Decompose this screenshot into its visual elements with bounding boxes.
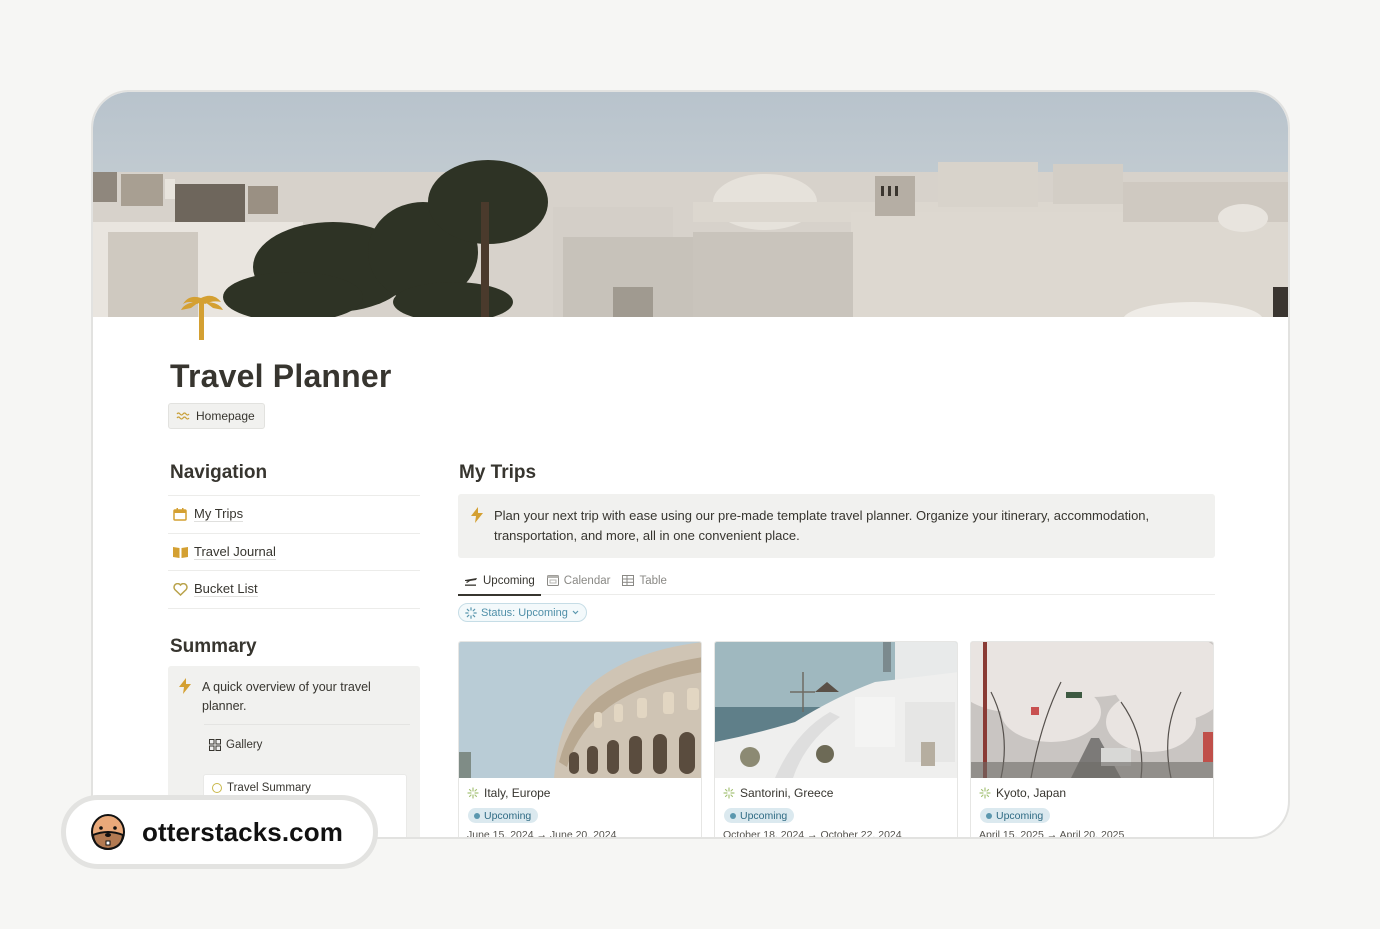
santorini-image [715, 642, 957, 778]
heart-icon [172, 581, 188, 597]
table-icon [622, 575, 635, 586]
notion-page-window: Travel Planner Homepage Navigation My Tr… [91, 90, 1290, 839]
calendar-icon [172, 506, 188, 522]
palm-tree-icon[interactable] [179, 290, 225, 340]
status-badge: Upcoming [724, 808, 795, 823]
nav-item-travel-journal[interactable]: Travel Journal [168, 534, 420, 571]
trip-dates: October 18, 2024 → October 22, 2024 [723, 829, 902, 839]
circle-icon [212, 783, 222, 793]
trip-title: Santorini, Greece [740, 786, 834, 800]
bolt-icon [470, 507, 484, 558]
summary-callout-text: A quick overview of your travel planner. [202, 680, 371, 713]
sparkle-icon [467, 787, 479, 799]
nav-item-my-trips[interactable]: My Trips [168, 496, 420, 534]
tab-table[interactable]: Table [616, 566, 673, 595]
sparkle-icon [723, 787, 735, 799]
sparkle-icon [979, 787, 991, 799]
homepage-link[interactable]: Homepage [168, 403, 265, 429]
bolt-icon [178, 678, 192, 716]
navigation-heading: Navigation [170, 462, 268, 483]
travel-summary-title: Travel Summary [227, 782, 311, 794]
cover-image [93, 92, 1288, 317]
calendar-icon [546, 575, 559, 586]
navigation-list: My Trips Travel Journal Bucket List [168, 495, 420, 609]
nav-item-bucket-list[interactable]: Bucket List [168, 571, 420, 609]
divider [204, 724, 410, 725]
homepage-label: Homepage [196, 409, 255, 423]
colosseum-image [459, 642, 701, 778]
view-tabs: Upcoming Calendar Table [458, 566, 1215, 596]
my-trips-callout: Plan your next trip with ease using our … [458, 494, 1215, 558]
airplane-icon [465, 578, 477, 586]
trip-card-kyoto[interactable]: Kyoto, Japan Upcoming April 15, 2025 → A… [970, 641, 1214, 839]
otterstacks-watermark[interactable]: otterstacks.com [61, 795, 378, 869]
trip-title: Italy, Europe [484, 786, 551, 800]
status-filter[interactable]: Status: Upcoming [458, 603, 587, 622]
trip-gallery: Italy, Europe Upcoming June 15, 2024 → J… [458, 641, 1214, 839]
waves-icon [176, 412, 190, 420]
loading-icon [465, 606, 477, 619]
my-trips-heading: My Trips [459, 462, 537, 483]
summary-heading: Summary [170, 636, 257, 657]
trip-title: Kyoto, Japan [996, 786, 1067, 800]
watermark-text: otterstacks.com [142, 816, 343, 847]
status-badge: Upcoming [980, 808, 1051, 823]
trip-card-italy[interactable]: Italy, Europe Upcoming June 15, 2024 → J… [458, 641, 702, 839]
gallery-icon [209, 739, 221, 751]
tab-calendar[interactable]: Calendar [541, 566, 617, 595]
tab-upcoming[interactable]: Upcoming [458, 566, 541, 596]
trip-dates: April 15, 2025 → April 20, 2025 [979, 829, 1125, 839]
status-badge: Upcoming [468, 808, 539, 823]
otter-avatar-icon [91, 814, 125, 851]
page-title: Travel Planner [170, 358, 392, 394]
book-icon [172, 544, 188, 560]
chevron-down-icon [572, 610, 579, 615]
trip-card-santorini[interactable]: Santorini, Greece Upcoming October 18, 2… [714, 641, 958, 839]
cherry-blossom-image [971, 642, 1213, 778]
my-trips-callout-text: Plan your next trip with ease using our … [494, 508, 1150, 543]
tab-gallery[interactable]: Gallery [209, 739, 262, 751]
trip-dates: June 15, 2024 → June 20, 2024 [467, 829, 617, 839]
